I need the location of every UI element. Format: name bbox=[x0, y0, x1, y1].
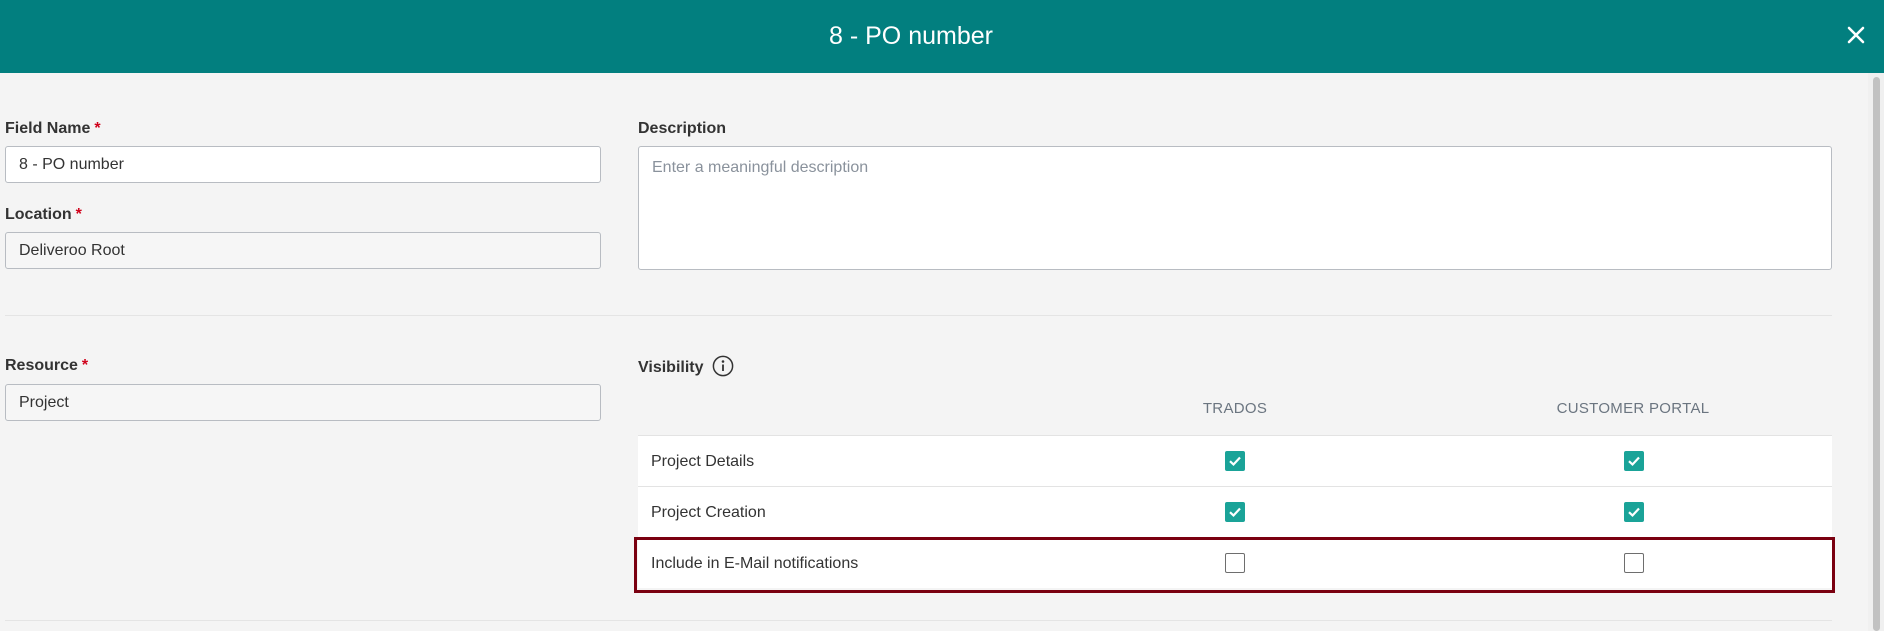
customer-portal-checkbox[interactable] bbox=[1624, 502, 1644, 522]
resource-label: Resource * bbox=[5, 357, 89, 374]
bottom-divider bbox=[5, 620, 1832, 621]
customer-portal-checkbox[interactable] bbox=[1624, 451, 1644, 471]
visibility-row: Project Details bbox=[638, 435, 1832, 486]
dialog-title: 8 - PO number bbox=[829, 22, 993, 50]
visibility-label: Visibility bbox=[638, 359, 704, 376]
column-header-trados: TRADOS bbox=[1202, 400, 1268, 417]
scrollbar-thumb[interactable] bbox=[1873, 77, 1880, 631]
dialog-header: 8 - PO number bbox=[0, 0, 1884, 73]
trados-checkbox[interactable] bbox=[1225, 502, 1245, 522]
location-field[interactable]: Deliveroo Root bbox=[5, 232, 601, 269]
location-label: Location * bbox=[5, 206, 82, 223]
trados-checkbox[interactable] bbox=[1225, 451, 1245, 471]
info-icon[interactable] bbox=[712, 355, 734, 377]
field-name-label: Field Name * bbox=[5, 120, 101, 137]
row-label: Project Creation bbox=[651, 504, 766, 521]
row-label: Project Details bbox=[651, 453, 755, 470]
description-label: Description bbox=[638, 120, 727, 137]
field-name-input[interactable]: 8 - PO number bbox=[5, 146, 601, 183]
visibility-row: Project Creation bbox=[638, 486, 1832, 537]
scrollbar[interactable] bbox=[1868, 73, 1884, 631]
description-textarea[interactable]: Enter a meaningful description bbox=[638, 146, 1832, 270]
column-header-customer-portal: CUSTOMER PORTAL bbox=[1556, 400, 1710, 417]
resource-field[interactable]: Project bbox=[5, 384, 601, 421]
highlight-box bbox=[634, 537, 1835, 593]
section-divider bbox=[5, 315, 1832, 316]
close-icon[interactable] bbox=[1846, 25, 1866, 45]
